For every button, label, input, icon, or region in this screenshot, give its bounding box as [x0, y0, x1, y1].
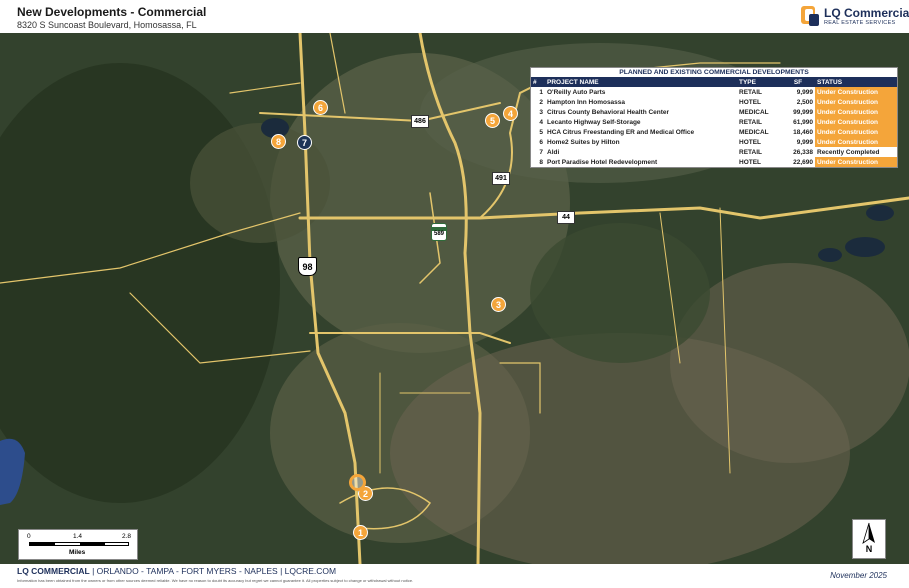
table-row: 7 Aldi RETAIL 26,338 Recently Completed — [531, 147, 897, 157]
route-589-shield: 589 — [431, 223, 447, 241]
cell-num: 2 — [539, 98, 543, 106]
logo-tagline: REAL ESTATE SERVICES — [824, 20, 896, 26]
cell-project-name: O'Reilly Auto Parts — [547, 88, 606, 96]
cell-type: RETAIL — [739, 118, 762, 126]
cell-type: HOTEL — [739, 98, 762, 106]
cell-num: 6 — [539, 138, 543, 146]
cell-sf: 61,990 — [793, 118, 813, 126]
cell-status: Under Construction — [815, 127, 897, 137]
table-row: 1 O'Reilly Auto Parts RETAIL 9,999 Under Con… — [531, 87, 897, 97]
cell-project-name: Home2 Suites by Hilton — [547, 138, 620, 146]
col-sf: SF — [781, 78, 815, 87]
route-98-shield: 98 — [298, 257, 317, 276]
cell-sf: 99,999 — [793, 108, 813, 116]
cell-status: Under Construction — [815, 107, 897, 117]
cell-sf: 26,338 — [793, 148, 813, 156]
cell-project-name: Hampton Inn Homosassa — [547, 98, 626, 106]
table-row: 4 Lecanto Highway Self-Storage RETAIL 61,99… — [531, 117, 897, 127]
logo-mark-icon — [801, 6, 819, 26]
table-row: 2 Hampton Inn Homosassa HOTEL 2,500 Under Co… — [531, 97, 897, 107]
subject-property-ring — [349, 474, 366, 491]
route-589-label: 589 — [433, 231, 444, 237]
cell-num: 4 — [539, 118, 543, 126]
cell-project-name: Lecanto Highway Self-Storage — [547, 118, 641, 126]
scale-units: Miles — [69, 549, 86, 556]
scale-bar: 0 1.4 2.8 Miles — [18, 529, 138, 560]
cell-type: MEDICAL — [739, 108, 769, 116]
project-marker-5[interactable]: 5 — [485, 113, 500, 128]
cell-type: MEDICAL — [739, 128, 769, 136]
scale-tick-1: 1.4 — [73, 533, 83, 540]
col-num: # — [531, 78, 545, 87]
table-header-row: # PROJECT NAME TYPE SF STATUS — [531, 78, 897, 87]
footer-locations: | ORLANDO - TAMPA - FORT MYERS - NAPLES … — [89, 566, 337, 576]
cell-type: RETAIL — [739, 88, 762, 96]
cell-project-name: HCA Citrus Freestanding ER and Medical O… — [547, 128, 695, 136]
company-logo: LQ Commercial REAL ESTATE SERVICES — [800, 5, 909, 29]
route-44-shield: 44 — [557, 211, 575, 224]
footer-company: LQ COMMERCIAL — [17, 566, 90, 576]
col-project-name: PROJECT NAME — [545, 78, 737, 87]
cell-status: Recently Completed — [815, 147, 897, 157]
scale-tick-0: 0 — [27, 533, 31, 540]
cell-num: 1 — [539, 88, 543, 96]
north-arrow: N — [852, 519, 886, 559]
project-marker-3[interactable]: 3 — [491, 297, 506, 312]
cell-sf: 2,500 — [796, 98, 813, 106]
table-row: 5 HCA Citrus Freestanding ER and Medical … — [531, 127, 897, 137]
footer-date: November 2025 — [830, 571, 887, 580]
north-label: N — [865, 544, 873, 554]
cell-num: 3 — [539, 108, 543, 116]
projects-table: # PROJECT NAME TYPE SF STATUS 1 O'Reilly … — [531, 78, 897, 167]
scale-tick-2: 2.8 — [122, 533, 132, 540]
footer-line: LQ COMMERCIAL | ORLANDO - TAMPA - FORT M… — [17, 566, 336, 576]
col-type: TYPE — [737, 78, 781, 87]
cell-num: 8 — [539, 158, 543, 166]
table-row: 8 Port Paradise Hotel Redevelopment HOTEL 2… — [531, 157, 897, 167]
cell-status: Under Construction — [815, 117, 897, 127]
cell-project-name: Port Paradise Hotel Redevelopment — [547, 158, 658, 166]
scale-graphic — [29, 542, 129, 546]
scale-seg — [80, 543, 105, 545]
cell-sf: 9,999 — [796, 88, 813, 96]
page-title: New Developments - Commercial — [17, 5, 207, 19]
project-marker-7[interactable]: 7 — [297, 135, 312, 150]
project-marker-4[interactable]: 4 — [503, 106, 518, 121]
developments-table: PLANNED AND EXISTING COMMERCIAL DEVELOPM… — [530, 67, 898, 168]
scale-seg — [30, 543, 55, 545]
project-marker-1[interactable]: 1 — [353, 525, 368, 540]
cell-num: 7 — [539, 148, 543, 156]
table-title: PLANNED AND EXISTING COMMERCIAL DEVELOPM… — [531, 68, 897, 78]
route-486-shield: 486 — [411, 115, 429, 128]
cell-project-name: Aldi — [547, 148, 560, 156]
cell-sf: 9,999 — [796, 138, 813, 146]
cell-status: Under Construction — [815, 97, 897, 107]
page-subtitle: 8320 S Suncoast Boulevard, Homosassa, FL — [17, 20, 197, 30]
cell-num: 5 — [539, 128, 543, 136]
footer-disclaimer: Information has been obtained from the o… — [17, 578, 414, 583]
logo-name: LQ Commercial — [824, 6, 909, 20]
project-marker-6[interactable]: 6 — [313, 100, 328, 115]
col-status: STATUS — [815, 78, 897, 87]
table-row: 3 Citrus County Behavioral Health Center M… — [531, 107, 897, 117]
footer: LQ COMMERCIAL | ORLANDO - TAMPA - FORT M… — [0, 564, 909, 588]
cell-type: HOTEL — [739, 158, 762, 166]
cell-sf: 22,690 — [793, 158, 813, 166]
route-491-shield: 491 — [492, 172, 510, 185]
cell-sf: 18,460 — [793, 128, 813, 136]
project-marker-8[interactable]: 8 — [271, 134, 286, 149]
header: New Developments - Commercial 8320 S Sun… — [0, 0, 909, 33]
cell-status: Under Construction — [815, 87, 897, 97]
table-body: 1 O'Reilly Auto Parts RETAIL 9,999 Under Con… — [531, 87, 897, 167]
cell-type: HOTEL — [739, 138, 762, 146]
cell-status: Under Construction — [815, 157, 897, 167]
cell-project-name: Citrus County Behavioral Health Center — [547, 108, 670, 116]
table-row: 6 Home2 Suites by Hilton HOTEL 9,999 Under C… — [531, 137, 897, 147]
cell-type: RETAIL — [739, 148, 762, 156]
cell-status: Under Construction — [815, 137, 897, 147]
